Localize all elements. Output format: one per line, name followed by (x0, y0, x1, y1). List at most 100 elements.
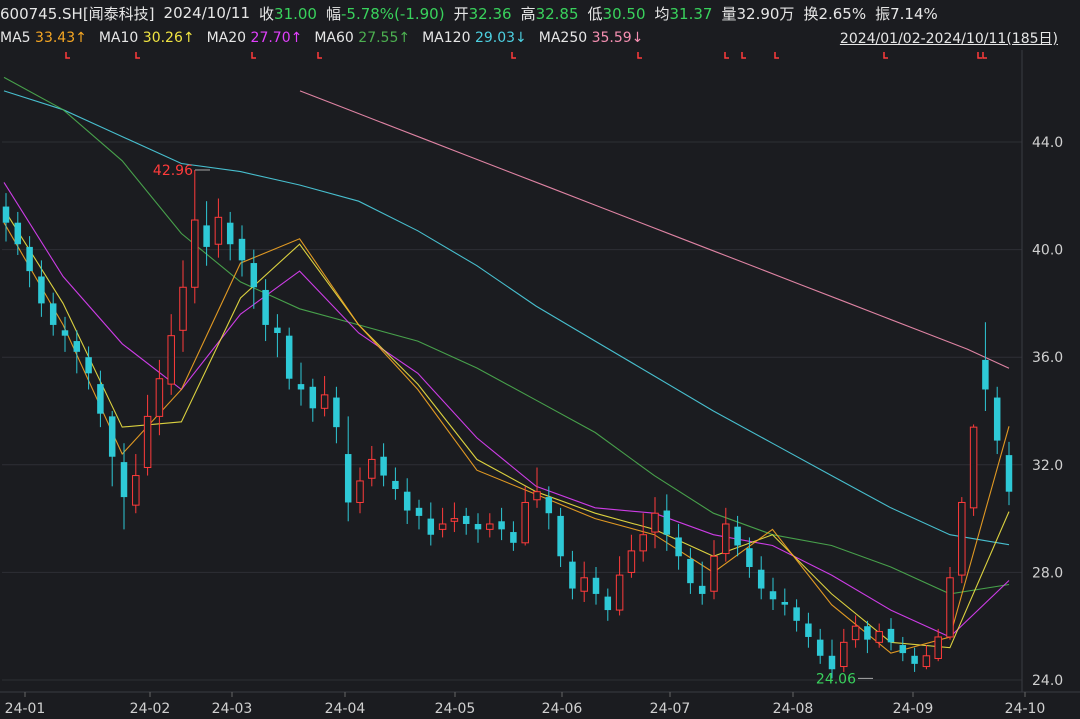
annotations: 42.96 24.06 (153, 163, 873, 687)
date-range-selector[interactable]: 2024/01/02-2024/10/11(185日) (840, 28, 1058, 48)
candle-body-down (250, 263, 258, 288)
candle-body-up (875, 631, 883, 643)
ma250-value: 35.59↓ (591, 30, 644, 46)
candle-body-down (380, 456, 387, 476)
event-marker-icon (65, 52, 70, 59)
candle-body-down (262, 289, 269, 325)
event-marker-icon (511, 52, 516, 59)
candle-body-up (191, 219, 199, 288)
candle-body-down (911, 655, 918, 664)
candle-body-down (675, 537, 682, 557)
candle-body-down (757, 569, 765, 589)
open-value: 32.36 (468, 4, 512, 23)
x-tick-label: 24-06 (542, 701, 583, 717)
candle-body-up (851, 625, 860, 641)
candle-body-down (569, 561, 576, 589)
candle-body-down (427, 518, 435, 535)
x-tick-label: 24-01 (5, 701, 46, 717)
ma120-line (3, 90, 1010, 546)
close-field: 收31.00 (259, 3, 317, 24)
candle-body-down (238, 238, 246, 261)
event-marker-icon (977, 52, 982, 59)
x-tick-label: 24-10 (1005, 701, 1046, 717)
event-markers (65, 52, 987, 59)
volume-field: 量32.90万 (721, 3, 794, 24)
ma10-line (3, 209, 1010, 649)
ma60-legend: MA60 27.55↑ (314, 30, 410, 46)
candle-body-up (840, 641, 848, 668)
candle-body-up (132, 475, 140, 506)
candle-body-down (1005, 455, 1013, 492)
candle-body-down (982, 359, 989, 390)
amplitude-value: 7.14% (890, 4, 938, 23)
low-value: 30.50 (602, 4, 646, 23)
event-marker-icon (135, 52, 140, 59)
candle-body-down (805, 623, 812, 637)
y-tick-label: 28.0 (1032, 565, 1063, 581)
change-label: 幅 (325, 4, 341, 23)
ma120-legend: MA120 29.03↓ (422, 30, 527, 46)
y-tick-label: 24.0 (1032, 673, 1063, 689)
ma20-legend: MA20 27.70↑ (207, 30, 303, 46)
candle-body-down (592, 577, 600, 594)
candle-body-down (604, 596, 612, 611)
date-label: 2024/10/11 (163, 4, 251, 22)
candle-body-down (61, 330, 69, 336)
candle-body-down (510, 532, 517, 543)
candle-body-down (474, 523, 482, 530)
close-value: 31.00 (274, 4, 317, 23)
candle-body-down (734, 526, 741, 546)
amplitude-label: 振 (875, 4, 891, 23)
candle-body-down (746, 548, 753, 568)
candle-body-down (687, 558, 694, 584)
candlestick-chart[interactable]: 24.0 28.0 32.0 36.0 40.0 44.0 24-01 24-02 24-03… (0, 50, 1080, 719)
candle-body-down (38, 276, 45, 304)
avg-field: 均31.37 (655, 3, 713, 24)
ma60-label: MA60 (314, 30, 354, 46)
candle-body-down (226, 222, 234, 245)
x-tick-label: 24-08 (773, 701, 814, 717)
event-marker-icon (883, 52, 888, 59)
ma5-label: MA5 (0, 30, 31, 46)
ma250-legend: MA250 35.59↓ (539, 30, 644, 46)
ma5-legend: MA5 33.43↑ (0, 30, 87, 46)
avg-value: 31.37 (669, 4, 713, 23)
high-label: 高 (520, 4, 536, 23)
ma10-value: 30.26↑ (142, 30, 195, 46)
change-value: -5.78%(-1.90) (341, 4, 445, 23)
candle-body-up (167, 335, 175, 385)
candle-body-down (392, 480, 399, 490)
y-axis: 24.0 28.0 32.0 36.0 40.0 44.0 (1032, 135, 1063, 689)
ma5-value: 33.43↑ (35, 30, 87, 46)
x-tick-label: 24-03 (212, 701, 253, 717)
candle-body-down (993, 397, 1001, 441)
symbol-label: 600745.SH[闻泰科技] (0, 4, 155, 23)
candle-body-down (97, 384, 104, 414)
y-tick-label: 32.0 (1032, 458, 1063, 474)
candle-body-up (934, 636, 942, 659)
ma60-line (3, 76, 1010, 595)
quote-header: 600745.SH[闻泰科技] 2024/10/11 收31.00 幅-5.78… (0, 0, 1080, 26)
candle-body-down (769, 591, 777, 600)
y-tick-label: 44.0 (1032, 135, 1063, 151)
candle-body-down (403, 491, 411, 511)
event-marker-icon (317, 52, 322, 59)
open-label: 开 (453, 4, 469, 23)
candle-body-up (615, 574, 624, 611)
candle-body-down (14, 222, 22, 245)
candle-body-down (816, 639, 824, 656)
candle-body-up (969, 426, 978, 509)
candle-body-down (498, 521, 505, 530)
candle-body-down (887, 628, 895, 643)
candle-body-up (214, 216, 223, 245)
event-marker-icon (774, 52, 779, 59)
candle-body-down (557, 515, 564, 557)
candle-body-up (438, 523, 447, 530)
ma120-value: 29.03↓ (474, 30, 527, 46)
event-marker-icon (741, 52, 746, 59)
ma120-label: MA120 (422, 30, 471, 46)
candle-body-up (958, 501, 966, 576)
candle-body-down (333, 397, 340, 428)
low-label: 低 (587, 4, 603, 23)
ma5-line (3, 222, 1010, 654)
